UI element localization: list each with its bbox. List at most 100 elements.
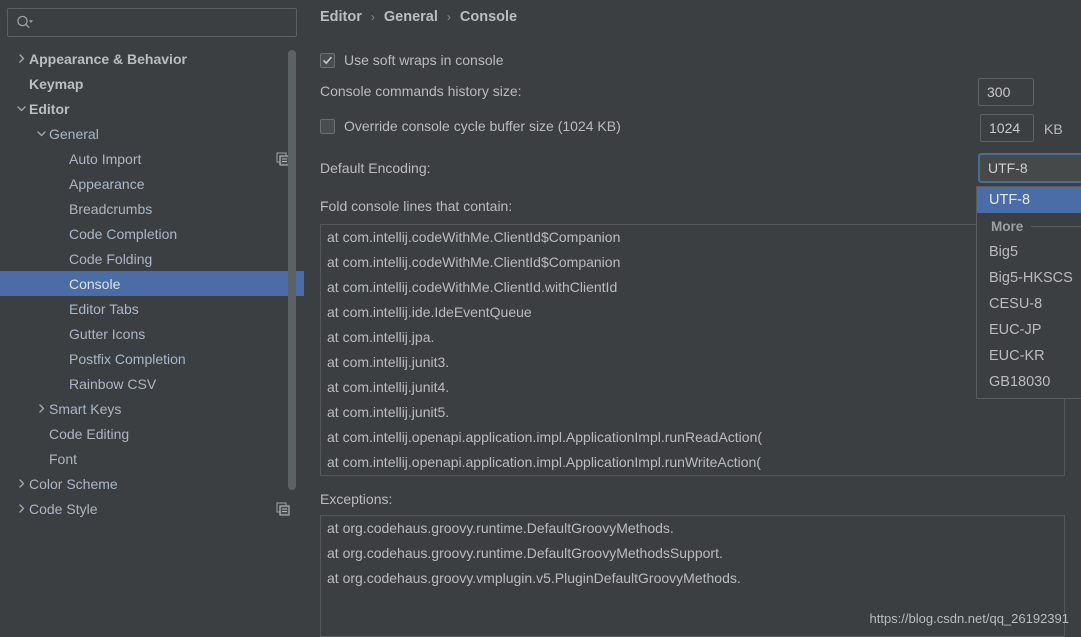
list-item[interactable]: at org.codehaus.groovy.vmplugin.v5.Plugi… (321, 566, 1064, 591)
list-item[interactable]: at org.codehaus.groovy.runtime.DefaultGr… (321, 516, 1064, 541)
dropdown-option[interactable]: EUC-KR (977, 343, 1081, 369)
chevron-down-icon[interactable] (14, 103, 29, 114)
list-item[interactable]: at com.intellij.codeWithMe.ClientId$Comp… (321, 225, 1064, 250)
sidebar-item-label: Auto Import (69, 150, 142, 167)
exceptions-label-wrap: Exceptions: (320, 491, 392, 507)
sidebar-item-code-completion[interactable]: Code Completion (0, 221, 304, 246)
sidebar-item-label: Font (49, 450, 78, 467)
sidebar-item-auto-import[interactable]: Auto Import (0, 146, 304, 171)
settings-dialog: Appearance & Behavior Keymap Editor General… (0, 0, 1081, 637)
sidebar-item-label: Appearance (69, 175, 145, 192)
default-encoding-label-wrap: Default Encoding: (320, 160, 431, 176)
breadcrumb-item[interactable]: Editor (320, 9, 362, 25)
dropdown-option[interactable]: UTF-8 (977, 187, 1081, 213)
breadcrumb-separator: › (370, 10, 375, 24)
breadcrumb-item[interactable]: General (384, 9, 438, 25)
search-container (0, 0, 304, 37)
sidebar-item-code-folding[interactable]: Code Folding (0, 246, 304, 271)
list-item[interactable]: at com.intellij.openapi.application.impl… (321, 450, 1064, 475)
dropdown-option[interactable]: GB18030 (977, 369, 1081, 395)
sidebar-item-label: Gutter Icons (69, 325, 146, 342)
sidebar-scrollbar-track[interactable] (288, 40, 296, 520)
list-item[interactable]: at com.intellij.codeWithMe.ClientId.with… (321, 275, 1064, 300)
sidebar-item-console[interactable]: Console (0, 271, 304, 296)
search-box[interactable] (7, 8, 297, 37)
soft-wraps-label: Use soft wraps in console (344, 52, 504, 68)
breadcrumb-separator: › (446, 10, 451, 24)
cycle-buffer-label: Override console cycle buffer size (1024… (344, 118, 621, 134)
list-item[interactable]: at com.intellij.junit4. (321, 375, 1064, 400)
sidebar-item-editor[interactable]: Editor (0, 96, 304, 121)
sidebar-item-label: Color Scheme (29, 475, 118, 492)
sidebar-item-keymap[interactable]: Keymap (0, 71, 304, 96)
sidebar-item-label: Keymap (29, 75, 84, 92)
breadcrumb-item[interactable]: Console (460, 9, 517, 25)
list-item[interactable]: at com.intellij.junit3. (321, 350, 1064, 375)
list-item[interactable]: at org.codehaus.groovy.runtime.DefaultGr… (321, 541, 1064, 566)
history-size-label: Console commands history size: (320, 83, 522, 99)
sidebar-item-gutter-icons[interactable]: Gutter Icons (0, 321, 304, 346)
sidebar-item-label: Rainbow CSV (69, 375, 157, 392)
cycle-buffer-checkbox[interactable] (320, 118, 335, 134)
sidebar-item-label: Editor (29, 100, 70, 117)
search-icon (16, 15, 33, 30)
sidebar-item-smart-keys[interactable]: Smart Keys (0, 396, 304, 421)
dropdown-group-label: More (991, 218, 1024, 234)
settings-sidebar: Appearance & Behavior Keymap Editor General… (0, 0, 304, 637)
chevron-right-icon[interactable] (14, 478, 29, 489)
chevron-right-icon[interactable] (14, 53, 29, 64)
separator-line (1031, 225, 1081, 227)
cycle-buffer-unit: KB (1044, 121, 1063, 137)
sidebar-item-general[interactable]: General (0, 121, 304, 146)
search-input[interactable] (33, 9, 288, 36)
history-size-input[interactable] (978, 78, 1034, 106)
sidebar-item-label: Code Style (29, 500, 98, 517)
sidebar-item-label: Code Folding (69, 250, 153, 267)
breadcrumb: Editor › General › Console (320, 9, 517, 25)
sidebar-item-appearance-behavior[interactable]: Appearance & Behavior (0, 46, 304, 71)
soft-wraps-checkbox[interactable] (320, 52, 335, 68)
sidebar-item-editor-tabs[interactable]: Editor Tabs (0, 296, 304, 321)
cycle-buffer-row[interactable]: Override console cycle buffer size (1024… (320, 118, 621, 134)
sidebar-item-breadcrumbs[interactable]: Breadcrumbs (0, 196, 304, 221)
cycle-buffer-input[interactable] (980, 114, 1034, 142)
fold-lines-listbox[interactable]: at com.intellij.codeWithMe.ClientId$Comp… (320, 224, 1065, 476)
sidebar-item-label: General (49, 125, 99, 142)
dropdown-option[interactable]: EUC-JP (977, 317, 1081, 343)
chevron-right-icon[interactable] (14, 503, 29, 514)
sidebar-item-label: Appearance & Behavior (29, 50, 187, 67)
sidebar-item-appearance[interactable]: Appearance (0, 171, 304, 196)
dropdown-option[interactable]: Big5 (977, 239, 1081, 265)
list-item[interactable]: at com.intellij.ide.IdeEventQueue (321, 300, 1064, 325)
console-settings-panel: Editor › General › Console Use soft wraps in… (304, 0, 1081, 637)
sidebar-item-label: Smart Keys (49, 400, 122, 417)
sidebar-item-postfix-completion[interactable]: Postfix Completion (0, 346, 304, 371)
sidebar-item-label: Console (69, 275, 121, 292)
sidebar-scrollbar-thumb[interactable] (288, 50, 296, 490)
encoding-dropdown-list: UTF-8 More Big5 Big5-HKSCS CESU-8 EUC-JP EUC-K… (977, 187, 1081, 395)
list-item[interactable]: at com.intellij.junit5. (321, 400, 1064, 425)
list-item[interactable]: at com.intellij.openapi.application.impl… (321, 425, 1064, 450)
history-size-label-wrap: Console commands history size: (320, 83, 522, 99)
dropdown-option[interactable]: CESU-8 (977, 291, 1081, 317)
sidebar-item-font[interactable]: Font (0, 446, 304, 471)
sidebar-item-rainbow-csv[interactable]: Rainbow CSV (0, 371, 304, 396)
encoding-dropdown-popup[interactable]: UTF-8 More Big5 Big5-HKSCS CESU-8 EUC-JP EUC-K… (976, 186, 1081, 399)
sidebar-item-label: Code Editing (49, 425, 130, 442)
soft-wraps-row[interactable]: Use soft wraps in console (320, 52, 504, 68)
default-encoding-combo[interactable]: UTF-8 (978, 153, 1081, 183)
chevron-down-icon[interactable] (34, 128, 49, 139)
sidebar-item-color-scheme[interactable]: Color Scheme (0, 471, 304, 496)
exceptions-label: Exceptions: (320, 491, 393, 507)
sidebar-item-code-style[interactable]: Code Style (0, 496, 304, 521)
sidebar-item-label: Breadcrumbs (69, 200, 153, 217)
sidebar-item-label: Postfix Completion (69, 350, 186, 367)
chevron-right-icon[interactable] (34, 403, 49, 414)
sidebar-item-code-editing[interactable]: Code Editing (0, 421, 304, 446)
watermark: https://blog.csdn.net/qq_26192391 (869, 611, 1070, 626)
list-item[interactable]: at com.intellij.jpa. (321, 325, 1064, 350)
list-item[interactable]: at com.intellij.codeWithMe.ClientId$Comp… (321, 250, 1064, 275)
fold-lines-label: Fold console lines that contain: (320, 198, 513, 214)
dropdown-option[interactable]: Big5-HKSCS (977, 265, 1081, 291)
default-encoding-value: UTF-8 (988, 160, 1028, 176)
